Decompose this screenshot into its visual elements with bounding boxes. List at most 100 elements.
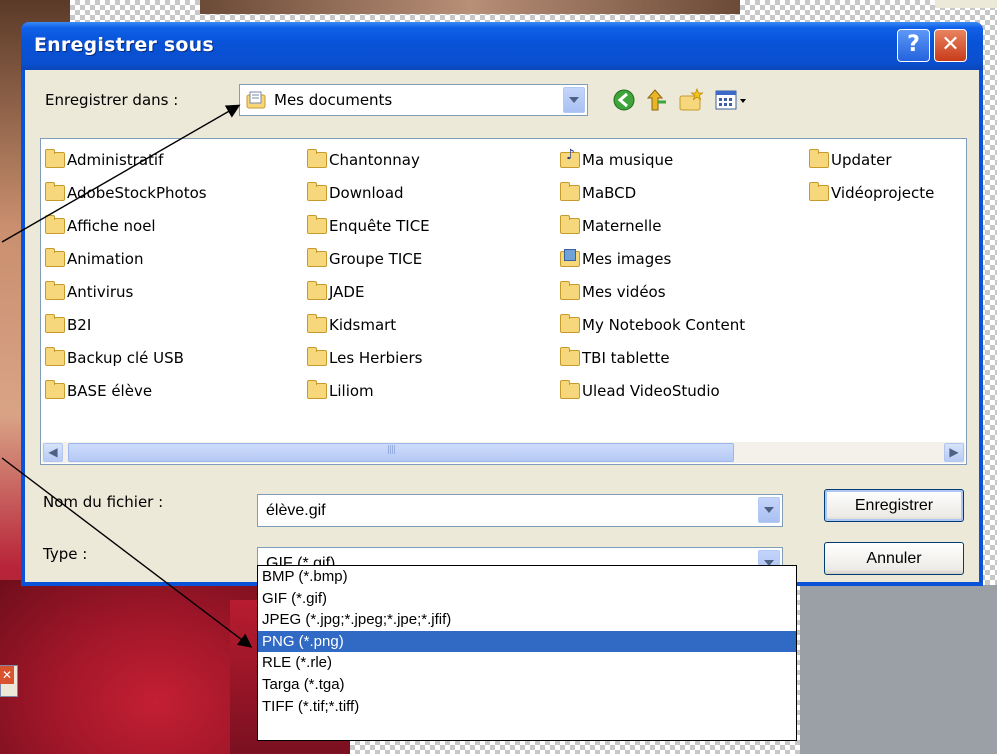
file-item-label: JADE — [329, 282, 365, 301]
file-item[interactable]: Backup clé USB — [45, 341, 207, 374]
chevron-down-icon[interactable] — [758, 497, 780, 523]
pictures-folder-icon — [560, 248, 580, 267]
file-item-label: Mes images — [582, 249, 672, 268]
file-item[interactable]: Vidéoprojecte — [809, 176, 934, 209]
file-item-label: Affiche noel — [67, 216, 156, 235]
file-item-label: MaBCD — [582, 183, 637, 202]
file-item[interactable]: BASE élève — [45, 374, 207, 407]
save-in-combobox[interactable]: Mes documents — [239, 84, 588, 116]
folder-icon — [307, 280, 327, 300]
file-item[interactable]: JADE — [307, 275, 430, 308]
file-item[interactable]: Kidsmart — [307, 308, 430, 341]
file-item-label: B2I — [67, 315, 92, 334]
folder-icon — [45, 346, 65, 366]
filetype-option[interactable]: Targa (*.tga) — [258, 674, 796, 696]
file-list[interactable]: Administratif AdobeStockPhotos Affiche noe… — [40, 138, 967, 465]
file-item-label: Animation — [67, 249, 144, 268]
help-button[interactable]: ? — [897, 29, 930, 62]
chevron-down-icon[interactable] — [563, 87, 585, 113]
file-item-label: Ulead VideoStudio — [582, 381, 720, 400]
file-item[interactable]: Maternelle — [560, 209, 745, 242]
folder-icon — [307, 313, 327, 333]
filetype-option[interactable]: JPEG (*.jpg;*.jpeg;*.jpe;*.jfif) — [258, 609, 796, 631]
background-panel — [935, 0, 997, 8]
new-folder-icon[interactable] — [679, 88, 705, 112]
file-item[interactable]: TBI tablette — [560, 341, 745, 374]
filetype-dropdown-list[interactable]: BMP (*.bmp) GIF (*.gif) JPEG (*.jpg;*.jpeg… — [257, 565, 797, 741]
file-item-label: Ma musique — [582, 150, 674, 169]
dialog-title-bar[interactable]: Enregistrer sous ? ✕ — [21, 22, 983, 70]
filetype-option[interactable]: TIFF (*.tif;*.tiff) — [258, 696, 796, 718]
file-item[interactable]: AdobeStockPhotos — [45, 176, 207, 209]
file-item[interactable]: Administratif — [45, 143, 207, 176]
filetype-label: Type : — [43, 545, 88, 563]
file-item[interactable]: Les Herbiers — [307, 341, 430, 374]
file-item-label: Chantonnay — [329, 150, 420, 169]
file-item-label: BASE élève — [67, 381, 153, 400]
cancel-button[interactable]: Annuler — [824, 542, 964, 575]
file-item[interactable]: My Notebook Content — [560, 308, 745, 341]
dialog-body: Enregistrer dans : Mes documents Adminis… — [25, 70, 979, 582]
view-menu-icon[interactable] — [715, 88, 749, 112]
folder-icon — [45, 247, 65, 267]
folder-icon — [45, 280, 65, 300]
file-item[interactable]: Liliom — [307, 374, 430, 407]
folder-icon — [45, 148, 65, 168]
folder-icon — [560, 313, 580, 333]
file-item[interactable]: Updater — [809, 143, 934, 176]
filename-label: Nom du fichier : — [43, 493, 164, 511]
save-in-value: Mes documents — [274, 91, 393, 109]
filetype-option[interactable]: GIF (*.gif) — [258, 588, 796, 610]
file-item-label: Mes vidéos — [582, 282, 666, 301]
file-item[interactable]: Chantonnay — [307, 143, 430, 176]
close-button[interactable]: ✕ — [934, 29, 967, 62]
file-item-label: Liliom — [329, 381, 374, 400]
folder-icon — [45, 313, 65, 333]
save-button[interactable]: Enregistrer — [824, 489, 964, 522]
file-item-label: Maternelle — [582, 216, 662, 235]
folder-icon — [809, 181, 829, 201]
file-item[interactable]: Animation — [45, 242, 207, 275]
file-item[interactable]: Ulead VideoStudio — [560, 374, 745, 407]
filetype-option[interactable]: BMP (*.bmp) — [258, 566, 796, 588]
back-icon[interactable] — [612, 88, 638, 112]
background-close-icon[interactable]: ✕ — [0, 666, 14, 684]
file-item-label: Enquête TICE — [329, 216, 430, 235]
file-column-3: Ma musique MaBCD Maternelle Mes images Mes v… — [560, 143, 745, 407]
file-item[interactable]: Mes images — [560, 242, 745, 275]
file-item-label: Backup clé USB — [67, 348, 184, 367]
file-item[interactable]: Mes vidéos — [560, 275, 745, 308]
filename-combobox[interactable]: élève.gif — [257, 494, 783, 527]
my-documents-icon — [246, 91, 266, 109]
file-item[interactable]: Download — [307, 176, 430, 209]
file-column-2: Chantonnay Download Enquête TICE Groupe TIC… — [307, 143, 430, 407]
file-item-label: Les Herbiers — [329, 348, 423, 367]
file-item-label: Groupe TICE — [329, 249, 423, 268]
file-item[interactable]: Affiche noel — [45, 209, 207, 242]
file-item[interactable]: Antivirus — [45, 275, 207, 308]
folder-icon — [45, 379, 65, 399]
file-item[interactable]: Ma musique — [560, 143, 745, 176]
folder-icon — [307, 148, 327, 168]
scroll-left-icon[interactable]: ◀ — [43, 443, 63, 462]
scroll-right-icon[interactable]: ▶ — [944, 443, 964, 462]
file-item-label: Administratif — [67, 150, 164, 169]
file-item[interactable]: MaBCD — [560, 176, 745, 209]
background-photo-top — [200, 0, 740, 14]
folder-icon — [560, 181, 580, 201]
background-photo-sweater — [0, 580, 260, 754]
file-column-1: Administratif AdobeStockPhotos Affiche noe… — [45, 143, 207, 407]
filetype-option[interactable]: RLE (*.rle) — [258, 652, 796, 674]
file-column-4: Updater Vidéoprojecte — [809, 143, 934, 209]
file-item-label: AdobeStockPhotos — [67, 183, 207, 202]
scroll-thumb[interactable] — [68, 443, 734, 462]
up-folder-icon[interactable] — [644, 88, 670, 112]
file-item[interactable]: Enquête TICE — [307, 209, 430, 242]
dialog-title: Enregistrer sous — [34, 34, 214, 56]
filetype-option[interactable]: PNG (*.png) — [258, 630, 796, 653]
folder-icon — [560, 379, 580, 399]
file-item-label: Download — [329, 183, 404, 202]
horizontal-scrollbar[interactable]: ◀ ▶ — [42, 442, 965, 463]
file-item[interactable]: B2I — [45, 308, 207, 341]
file-item[interactable]: Groupe TICE — [307, 242, 430, 275]
